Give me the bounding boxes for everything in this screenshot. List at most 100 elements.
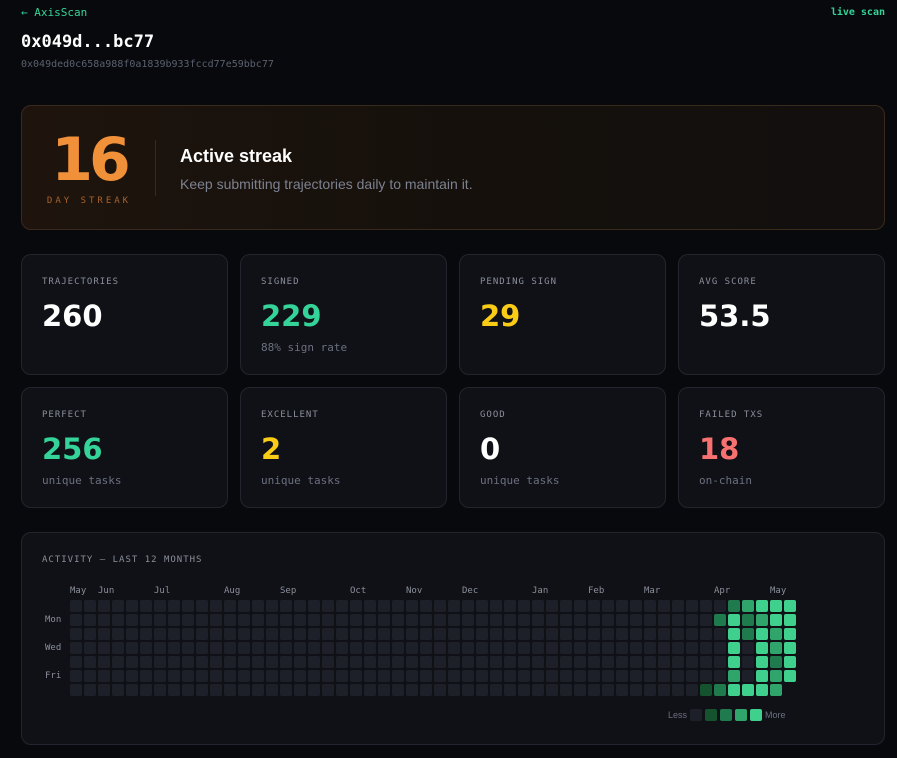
heatmap-cell [448, 628, 460, 640]
heatmap-cell [756, 600, 768, 612]
stat-card-good: GOOD 0 unique tasks [459, 387, 666, 508]
heatmap-cell [532, 670, 544, 682]
heatmap-cell [630, 684, 642, 696]
heatmap-cell [280, 642, 292, 654]
heatmap-cell [392, 642, 404, 654]
heatmap-cell [714, 670, 726, 682]
heatmap-cell [672, 670, 684, 682]
heatmap-cell [280, 600, 292, 612]
heatmap-cell [224, 684, 236, 696]
stat-sub: unique tasks [42, 474, 122, 487]
heatmap-cell [308, 684, 320, 696]
heatmap-cell [224, 614, 236, 626]
heatmap-cell [266, 656, 278, 668]
heatmap-cell [700, 684, 712, 696]
heatmap-cell [728, 614, 740, 626]
heatmap-cell [308, 628, 320, 640]
heatmap-cell [126, 670, 138, 682]
heatmap-cell [658, 670, 670, 682]
heatmap-cell [616, 642, 628, 654]
heatmap-cell [168, 642, 180, 654]
heatmap-cell [322, 628, 334, 640]
heatmap-cell [658, 684, 670, 696]
heatmap-cell [714, 656, 726, 668]
heatmap-cell [182, 614, 194, 626]
heatmap-cell [644, 670, 656, 682]
heatmap-cell [686, 600, 698, 612]
month-label: Jan [532, 586, 549, 596]
heatmap-cell [588, 656, 600, 668]
heatmap-cell [560, 670, 572, 682]
legend-swatch [690, 709, 703, 721]
heatmap-cell [210, 628, 222, 640]
heatmap-cell [784, 614, 796, 626]
heatmap-cell [322, 684, 334, 696]
heatmap-cell [252, 656, 264, 668]
heatmap-cell [70, 642, 82, 654]
top-bar: ← AxisScan live scan [21, 5, 885, 19]
heatmap-cell [392, 614, 404, 626]
heatmap-cell [770, 600, 782, 612]
heatmap-cell [560, 656, 572, 668]
heatmap-cell [238, 628, 250, 640]
legend-swatch [705, 709, 718, 721]
heatmap-cell [476, 656, 488, 668]
heatmap-cell [154, 642, 166, 654]
heatmap-cell [392, 670, 404, 682]
heatmap-cell [784, 642, 796, 654]
heatmap-cell [574, 670, 586, 682]
heatmap-cell [294, 670, 306, 682]
heatmap-cell [350, 600, 362, 612]
heatmap-cell [770, 684, 782, 696]
heatmap-cell [252, 642, 264, 654]
heatmap-cell [196, 628, 208, 640]
heatmap-cell [504, 656, 516, 668]
heatmap-cell [154, 684, 166, 696]
heatmap-cell [98, 628, 110, 640]
heatmap-cell [588, 684, 600, 696]
back-link[interactable]: ← AxisScan [21, 6, 87, 19]
heatmap-cell [420, 628, 432, 640]
heatmap-cell [98, 684, 110, 696]
heatmap-cell [336, 628, 348, 640]
heatmap-cell [686, 656, 698, 668]
heatmap-cell [476, 642, 488, 654]
heatmap-cell [168, 656, 180, 668]
legend-swatch [750, 709, 763, 721]
heatmap-cell [252, 600, 264, 612]
heatmap-cell [448, 656, 460, 668]
stat-label: FAILED TXS [699, 410, 764, 420]
stat-label: TRAJECTORIES [42, 277, 120, 287]
heatmap-cell [336, 614, 348, 626]
heatmap-cell [196, 670, 208, 682]
stat-value: 2 [261, 432, 282, 466]
month-label: Oct [350, 586, 367, 596]
heatmap-cell [504, 614, 516, 626]
heatmap-cell [210, 642, 222, 654]
stat-sub: unique tasks [261, 474, 341, 487]
heatmap-cell [434, 670, 446, 682]
heatmap-cell [574, 656, 586, 668]
heatmap-cell [574, 614, 586, 626]
stat-label: SIGNED [261, 277, 300, 287]
heatmap-cell [392, 684, 404, 696]
heatmap-cell [70, 628, 82, 640]
heatmap-cell [126, 600, 138, 612]
heatmap-cell [574, 628, 586, 640]
heatmap-cell [658, 656, 670, 668]
heatmap-cell [294, 614, 306, 626]
live-scan-badge: live scan [830, 6, 885, 18]
heatmap-cell [196, 614, 208, 626]
heatmap-cell [420, 642, 432, 654]
heatmap-cell [406, 684, 418, 696]
heatmap-cell [294, 628, 306, 640]
heatmap-cell [686, 614, 698, 626]
heatmap-cell [462, 600, 474, 612]
heatmap-cell [728, 642, 740, 654]
heatmap-cell [602, 684, 614, 696]
heatmap-cell [434, 600, 446, 612]
heatmap-cell [686, 670, 698, 682]
heatmap-cell [224, 600, 236, 612]
heatmap-cell [784, 670, 796, 682]
heatmap-cell [112, 642, 124, 654]
